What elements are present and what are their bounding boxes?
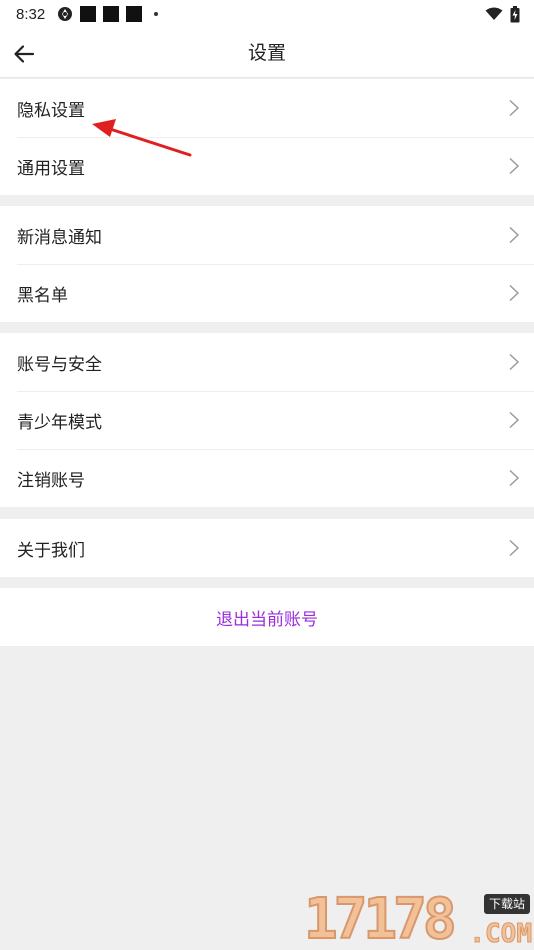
menu-item-account-security[interactable]: 账号与安全 [0, 333, 534, 391]
menu-item-about-us[interactable]: 关于我们 [0, 519, 534, 577]
menu-item-blacklist[interactable]: 黑名单 [0, 264, 534, 322]
menu-item-label: 隐私设置 [17, 100, 85, 121]
settings-group-notifications: 新消息通知 黑名单 [0, 206, 534, 322]
menu-item-label: 新消息通知 [17, 227, 102, 248]
settings-group-general: 隐私设置 通用设置 [0, 79, 534, 195]
watermark-badge: 下载站 [483, 894, 530, 914]
chevron-right-icon [509, 469, 520, 487]
status-right [485, 5, 520, 23]
notification-square-icon [80, 6, 97, 22]
menu-item-privacy-settings[interactable]: 隐私设置 [0, 79, 534, 137]
menu-item-label: 通用设置 [17, 158, 85, 179]
menu-item-new-message-notification[interactable]: 新消息通知 [0, 206, 534, 264]
watermark-suffix: .COM [469, 919, 533, 949]
settings-group-about: 关于我们 [0, 519, 534, 577]
app-header: 设置 [0, 28, 534, 78]
menu-item-label: 关于我们 [17, 540, 85, 561]
chevron-right-icon [509, 539, 520, 557]
notification-square-icon [126, 6, 143, 22]
more-dot-icon [154, 12, 159, 16]
site-watermark-logo: 17178 下载站 .COM [303, 887, 534, 950]
menu-item-teen-mode[interactable]: 青少年模式 [0, 391, 534, 449]
menu-item-label: 青少年模式 [17, 412, 102, 433]
settings-screen: 8:32 设置 隐私设置 通用设置 新消息通知 黑名单 账号与安全 青少年模式 … [0, 0, 534, 950]
menu-item-label: 黑名单 [17, 285, 68, 306]
settings-sync-icon [57, 6, 73, 22]
status-time: 8:32 [16, 5, 46, 23]
chevron-right-icon [509, 411, 520, 429]
page-title: 设置 [247, 42, 286, 64]
wifi-icon [485, 7, 503, 21]
chevron-right-icon [509, 99, 520, 117]
menu-item-label: 账号与安全 [17, 354, 102, 375]
status-bar: 8:32 [0, 0, 534, 28]
chevron-right-icon [509, 284, 520, 302]
menu-item-delete-account[interactable]: 注销账号 [0, 449, 534, 507]
notification-square-icon [103, 6, 120, 22]
battery-charging-icon [510, 5, 520, 23]
chevron-right-icon [509, 226, 520, 244]
status-left: 8:32 [16, 5, 159, 23]
logout-label: 退出当前账号 [216, 609, 318, 630]
chevron-right-icon [509, 353, 520, 371]
menu-item-general-settings[interactable]: 通用设置 [0, 137, 534, 195]
settings-group-account: 账号与安全 青少年模式 注销账号 [0, 333, 534, 507]
watermark-digits: 17178 [303, 887, 458, 950]
menu-item-label: 注销账号 [17, 470, 85, 491]
chevron-right-icon [509, 157, 520, 175]
logout-button[interactable]: 退出当前账号 [0, 588, 534, 646]
